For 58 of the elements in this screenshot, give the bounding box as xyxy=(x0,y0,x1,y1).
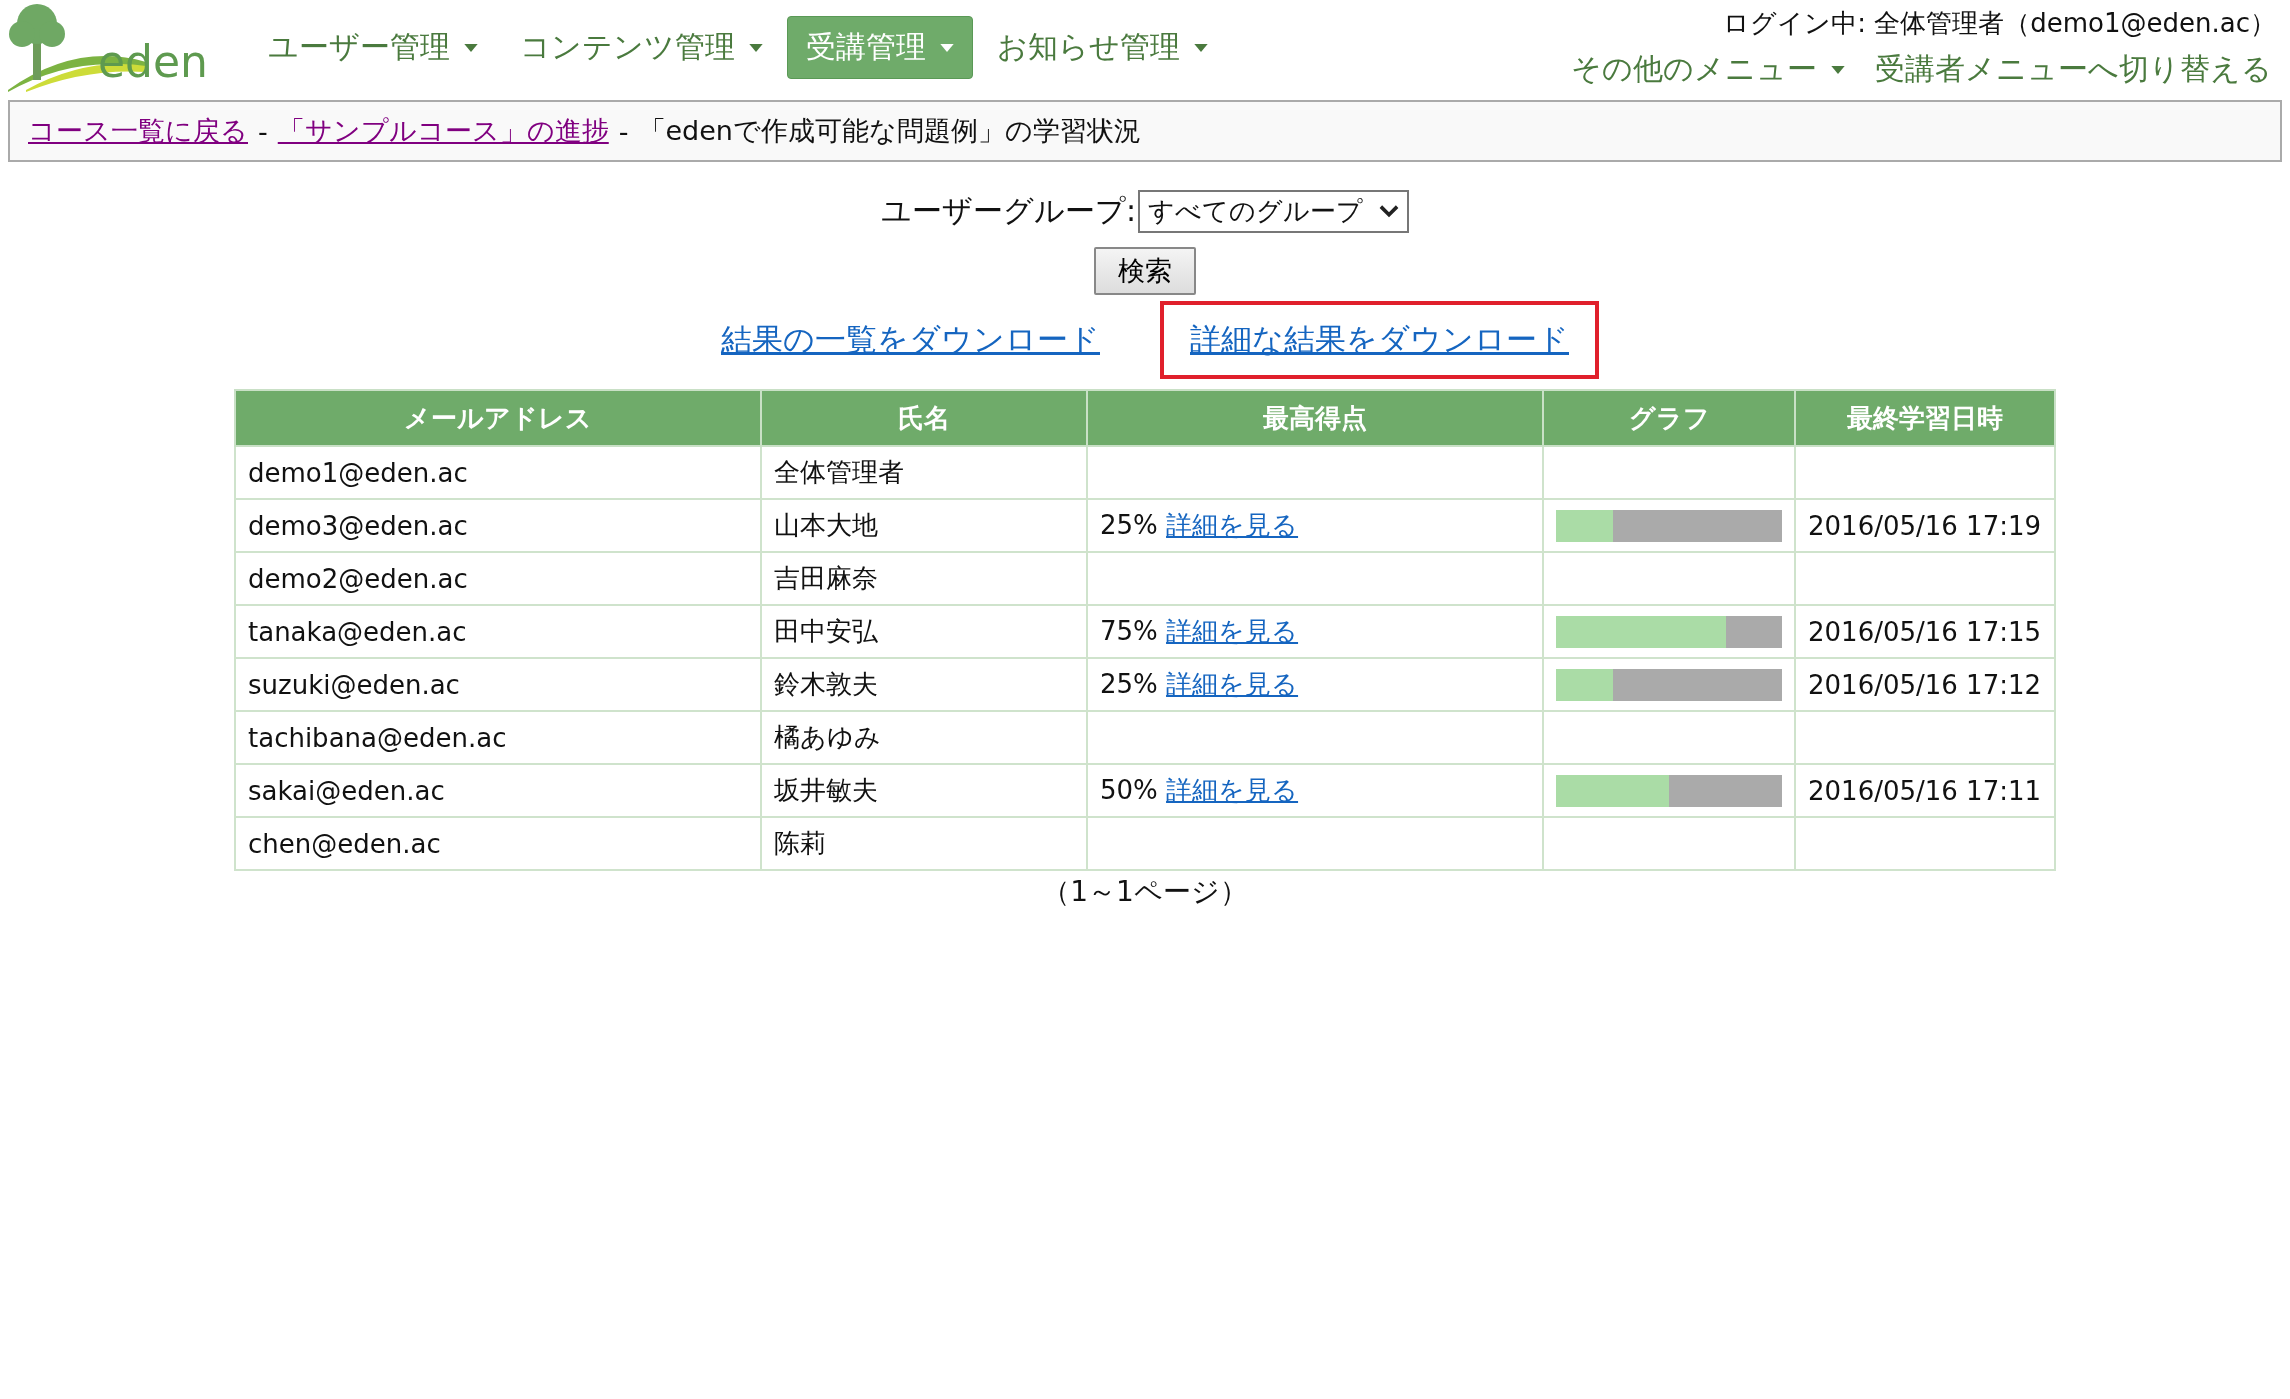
nav-menu-item[interactable]: お知らせ管理 xyxy=(979,16,1226,79)
email-cell: tanaka@eden.ac xyxy=(235,605,761,658)
nav-menu-item[interactable]: コンテンツ管理 xyxy=(502,16,781,79)
name-cell: 吉田麻奈 xyxy=(761,552,1087,605)
details-link[interactable]: 詳細を見る xyxy=(1166,669,1299,699)
nav-menu-item[interactable]: ユーザー管理 xyxy=(250,16,496,79)
date-text: 2016/05/16 17:15 xyxy=(1808,616,2042,647)
details-link[interactable]: 詳細を見る xyxy=(1166,510,1299,540)
email-cell: demo2@eden.ac xyxy=(235,552,761,605)
column-header: グラフ xyxy=(1543,390,1795,446)
score-text: 75% xyxy=(1100,616,1158,646)
caret-icon xyxy=(1831,65,1845,74)
email-cell: sakai@eden.ac xyxy=(235,764,761,817)
email-cell: suzuki@eden.ac xyxy=(235,658,761,711)
eden-logo[interactable]: eden xyxy=(6,0,216,96)
email-cell: chen@eden.ac xyxy=(235,817,761,870)
download-link[interactable]: 結果の一覧をダウンロード xyxy=(691,301,1130,379)
breadcrumb-current: 「edenで作成可能な問題例」の学習状況 xyxy=(638,114,1141,148)
date-text: 2016/05/16 17:11 xyxy=(1808,775,2042,806)
name-cell: 山本大地 xyxy=(761,499,1087,552)
name-cell: 田中安弘 xyxy=(761,605,1087,658)
column-header: 最高得点 xyxy=(1087,390,1543,446)
name-cell: 坂井敏夫 xyxy=(761,764,1087,817)
date-text: 2016/05/16 17:12 xyxy=(1808,669,2042,700)
email-cell: tachibana@eden.ac xyxy=(235,711,761,764)
score-text: 50% xyxy=(1100,775,1158,805)
pagination-text: （1～1ページ） xyxy=(1042,874,1248,910)
switch-menu-link[interactable]: 受講者メニューへ切り替える xyxy=(1871,45,2276,94)
name-cell: 鈴木敦夫 xyxy=(761,658,1087,711)
other-menu[interactable]: その他のメニュー xyxy=(1567,45,1849,94)
login-status: ログイン中: 全体管理者（demo1@eden.ac） xyxy=(1723,7,2276,40)
filter-label: ユーザーグループ: xyxy=(880,192,1137,230)
email-cell: demo3@eden.ac xyxy=(235,499,761,552)
group-select[interactable]: すべてのグループ xyxy=(1138,190,1410,233)
email-cell: demo1@eden.ac xyxy=(235,446,761,499)
caret-icon xyxy=(464,43,478,52)
breadcrumb-separator: - xyxy=(618,115,629,147)
column-header: メールアドレス xyxy=(235,390,761,446)
name-cell: 全体管理者 xyxy=(761,446,1087,499)
details-link[interactable]: 詳細を見る xyxy=(1166,616,1299,646)
score-text: 25% xyxy=(1100,510,1158,540)
breadcrumb-separator: - xyxy=(258,115,268,147)
name-cell: 陈莉 xyxy=(761,817,1087,870)
name-cell: 橘あゆみ xyxy=(761,711,1087,764)
breadcrumb-link[interactable]: 「サンプルコース」の進捗 xyxy=(277,113,609,149)
date-text: 2016/05/16 17:19 xyxy=(1808,510,2042,541)
details-link[interactable]: 詳細を見る xyxy=(1166,775,1299,805)
caret-icon xyxy=(1194,43,1208,52)
column-header: 最終学習日時 xyxy=(1795,390,2055,446)
search-button[interactable]: 検索 xyxy=(1094,247,1196,295)
breadcrumb-link[interactable]: コース一覧に戻る xyxy=(28,113,248,149)
column-header: 氏名 xyxy=(761,390,1087,446)
caret-icon xyxy=(940,43,954,52)
score-text: 25% xyxy=(1100,669,1158,699)
chevron-down-icon xyxy=(1379,205,1400,218)
caret-icon xyxy=(749,43,763,52)
download-link[interactable]: 詳細な結果をダウンロード xyxy=(1160,301,1599,379)
logo-text: eden xyxy=(98,40,208,84)
